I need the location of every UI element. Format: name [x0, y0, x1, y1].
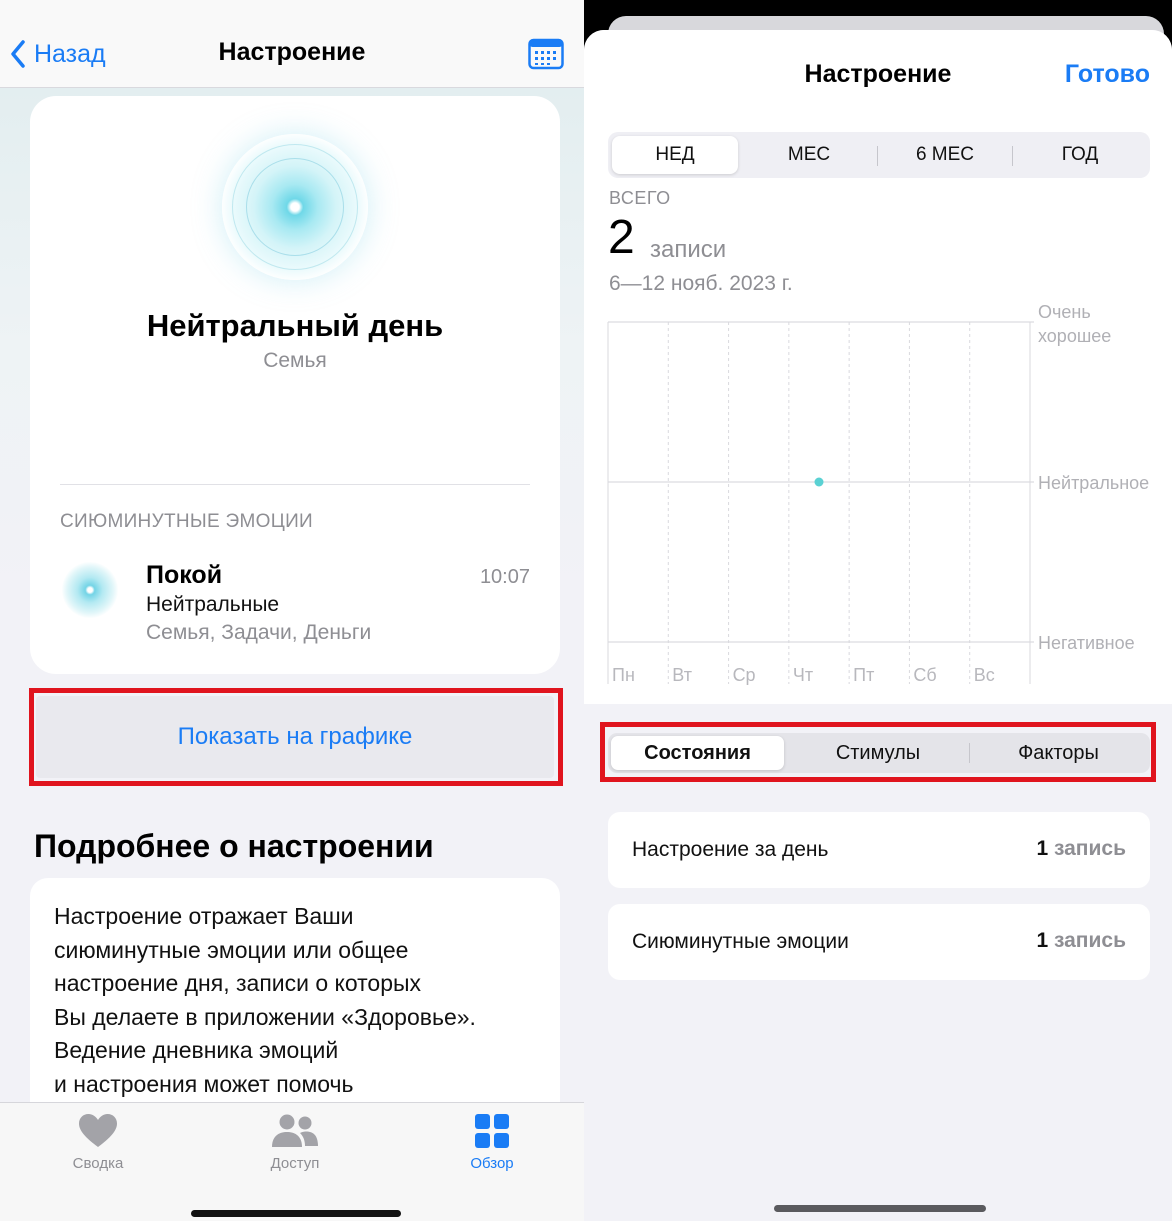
x-tick-label: Вт	[672, 665, 692, 685]
about-line: Ведение дневника эмоций	[54, 1037, 339, 1063]
calendar-button[interactable]	[528, 38, 564, 70]
x-tick-label: Вс	[974, 665, 995, 685]
time-range-control: НЕД МЕС 6 МЕС ГОД	[608, 132, 1150, 178]
momentary-emotions-caption: СИЮМИНУТНЫЕ ЭМОЦИИ	[60, 511, 313, 532]
heart-icon	[79, 1114, 117, 1147]
tab-browse-label: Обзор	[470, 1155, 514, 1172]
mood-detail-screen: Назад Настроение Нейтральный день Семья …	[0, 0, 584, 1221]
calendar-icon	[528, 38, 564, 70]
mood-chart-sheet: Настроение Готово НЕД МЕС 6 МЕС ГОД ВСЕГ…	[584, 30, 1172, 1221]
total-unit: записи	[650, 236, 727, 263]
about-line: и настроения может помочь	[54, 1070, 354, 1097]
x-tick-label: Сб	[913, 665, 936, 685]
navigation-bar: Назад Настроение	[0, 0, 584, 88]
y-level-label: Очень	[1038, 302, 1091, 322]
done-button[interactable]: Готово	[1065, 60, 1150, 89]
highlight-frame	[29, 688, 563, 786]
highlight-frame	[600, 722, 1156, 782]
page-title: Настроение	[218, 38, 366, 66]
about-line: сиюминутные эмоции или общее	[54, 936, 409, 963]
x-tick-label: Пн	[612, 665, 635, 685]
tab-summary[interactable]: Сводка	[38, 1113, 158, 1172]
mood-day-title: Нейтральный день	[146, 308, 444, 343]
stat-count: 1	[1036, 837, 1049, 860]
x-tick-label: Ср	[733, 665, 756, 685]
about-mood-heading: Подробнее о настроении	[34, 828, 434, 864]
stat-value: 1 запись	[1036, 929, 1126, 953]
grid-icon	[475, 1114, 509, 1148]
emotion-mood: Нейтральные	[146, 593, 280, 616]
stat-value: 1 запись	[1036, 837, 1126, 861]
stat-unit: запись	[1053, 837, 1126, 860]
mood-chart: Очень хорошее Нейтральное Негативное Пн Вт Ср Ч…	[607, 302, 1149, 685]
range-year[interactable]: ГОД	[1013, 136, 1147, 174]
divider	[60, 484, 530, 485]
mood-orb-icon	[222, 134, 368, 280]
x-tick-label: Пт	[853, 665, 874, 685]
emotion-orb-icon	[62, 562, 118, 618]
mood-day-subtitle: Семья	[263, 349, 327, 372]
x-tick-label: Чт	[793, 665, 813, 685]
y-level-label: Нейтральное	[1038, 473, 1149, 493]
about-line: настроение дня, записи о которых	[54, 970, 422, 996]
emotion-tags: Семья, Задачи, Деньги	[146, 621, 372, 644]
about-mood-card: Настроение отражает Ваши сиюминутные эмо…	[30, 878, 560, 1118]
home-indicator	[774, 1205, 986, 1212]
tab-sharing-label: Доступ	[270, 1155, 320, 1172]
tab-sharing[interactable]: Доступ	[235, 1113, 355, 1172]
y-level-label: хорошее	[1038, 326, 1111, 346]
stat-count: 1	[1036, 929, 1049, 952]
mood-chart-screen: Настроение Готово НЕД МЕС 6 МЕС ГОД ВСЕГ…	[584, 0, 1172, 1221]
data-point	[814, 477, 824, 487]
emotion-name: Покой	[146, 561, 223, 589]
stat-row-daily-mood[interactable]: Настроение за день 1 запись	[608, 812, 1150, 888]
mood-summary-card: Нейтральный день Семья СИЮМИНУТНЫЕ ЭМОЦИ…	[30, 96, 560, 674]
stat-label: Настроение за день	[632, 838, 829, 861]
range-6-months[interactable]: 6 МЕС	[878, 136, 1012, 174]
about-line: Вы делаете в приложении «Здоровье».	[54, 1003, 476, 1030]
date-range: 6—12 нояб. 2023 г.	[609, 272, 793, 295]
stat-row-momentary-emotions[interactable]: Сиюминутные эмоции 1 запись	[608, 904, 1150, 980]
tab-summary-label: Сводка	[72, 1155, 124, 1172]
home-indicator	[191, 1210, 401, 1217]
range-week[interactable]: НЕД	[612, 136, 738, 174]
about-line: Настроение отражает Ваши	[54, 903, 354, 929]
stat-label: Сиюминутные эмоции	[632, 930, 849, 953]
people-icon	[272, 1114, 318, 1147]
tab-bar: Сводка Доступ Обзор	[0, 1102, 584, 1221]
range-month[interactable]: МЕС	[742, 136, 876, 174]
stat-unit: запись	[1053, 929, 1126, 952]
total-caption: ВСЕГО	[609, 188, 671, 208]
about-mood-text: Настроение отражает Ваши сиюминутные эмо…	[54, 900, 544, 1101]
tab-browse[interactable]: Обзор	[432, 1113, 552, 1172]
total-count: 2	[608, 211, 635, 264]
y-level-label: Негативное	[1038, 633, 1135, 653]
emotion-time: 10:07	[479, 566, 530, 588]
